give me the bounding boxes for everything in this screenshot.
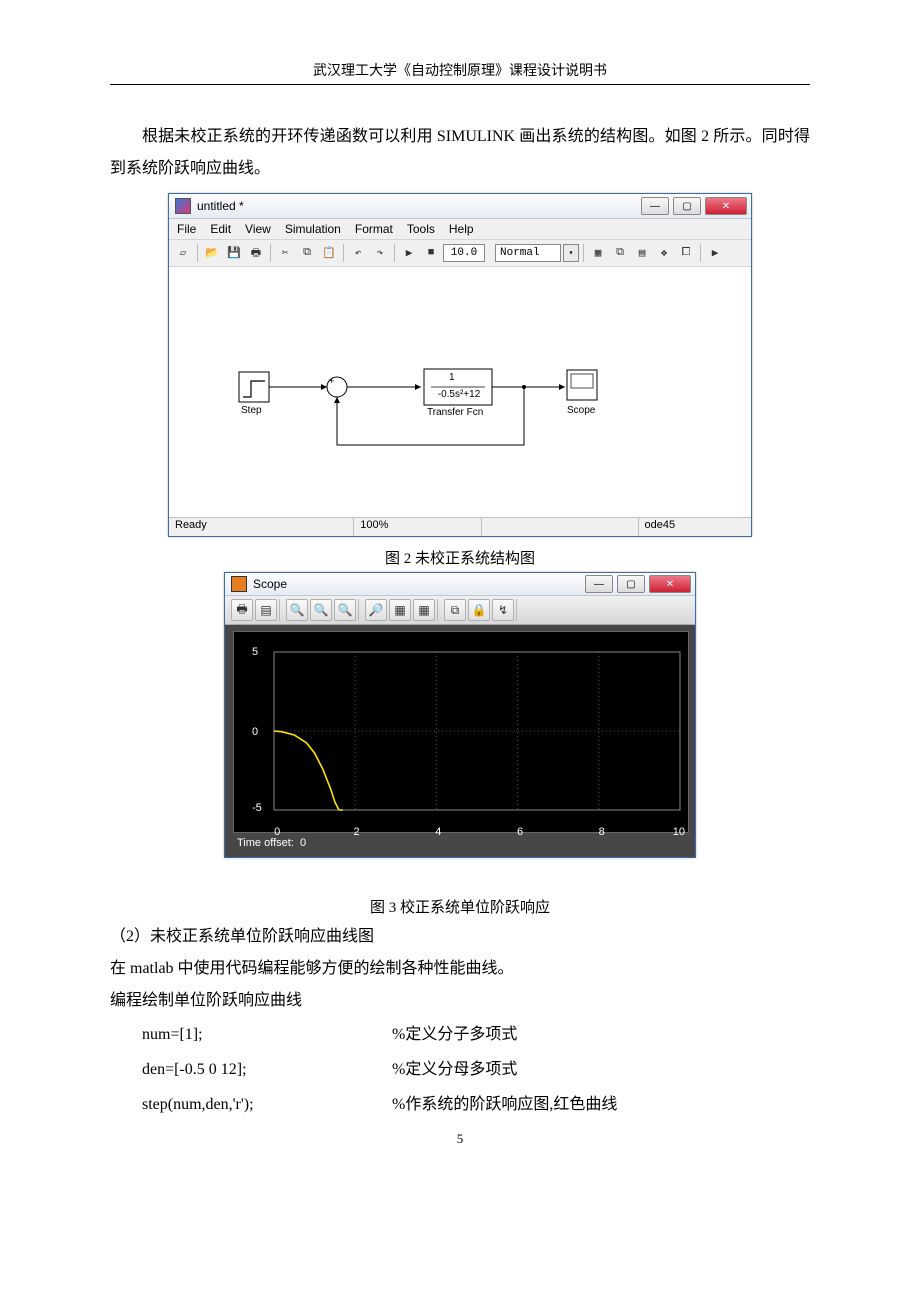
- x-tick-0: 0: [274, 826, 280, 838]
- status-zoom: 100%: [354, 518, 482, 536]
- page-number: 5: [110, 1131, 810, 1147]
- code-block: num=[1];%定义分子多项式 den=[-0.5 0 12];%定义分母多项…: [142, 1017, 810, 1123]
- scope-window: Scope — ▢ ✕ 🖶 ▤ 🔍 🔍 🔍 🔎 ▦ ▦: [224, 572, 696, 858]
- window-title: untitled *: [197, 199, 244, 213]
- zoom-y-icon[interactable]: 🔍: [334, 599, 356, 621]
- scope-plot-area: 5 0 -5 0 2 4 6 8 10 Time offset: 0: [225, 625, 695, 857]
- y-tick-5: 5: [252, 646, 258, 658]
- y-tick--5: -5: [252, 802, 262, 814]
- menu-tools[interactable]: Tools: [407, 222, 435, 236]
- matlab-desc: 在 matlab 中使用代码编程能够方便的绘制各种性能曲线。: [110, 953, 810, 985]
- restore-axes-icon[interactable]: ▦: [413, 599, 435, 621]
- prog-desc: 编程绘制单位阶跃响应曲线: [110, 985, 810, 1017]
- new-icon[interactable]: ▱: [173, 243, 193, 263]
- step-block-label: Step: [241, 405, 262, 416]
- x-tick-4: 4: [435, 826, 441, 838]
- titlebar: untitled * — ▢ ✕: [169, 194, 751, 219]
- chevron-down-icon[interactable]: ▾: [563, 244, 579, 262]
- paste-icon[interactable]: 📋: [319, 243, 339, 263]
- tf-block-label: Transfer Fcn: [427, 407, 483, 418]
- x-tick-8: 8: [599, 826, 605, 838]
- paragraph-1: 根据未校正系统的开环传递函数可以利用 SIMULINK 画出系统的结构图。如图 …: [110, 121, 810, 185]
- tf-denominator: -0.5s²+12: [430, 389, 488, 400]
- undo-icon[interactable]: ↶: [348, 243, 368, 263]
- figure-3-caption: 图 3 校正系统单位阶跃响应: [110, 896, 810, 917]
- scope-icon: [231, 576, 247, 592]
- code-comment-1: %定义分子多项式: [392, 1017, 517, 1052]
- section-2-heading: （2）未校正系统单位阶跃响应曲线图: [110, 921, 810, 953]
- tf-numerator: 1: [449, 372, 455, 383]
- simulink-window: untitled * — ▢ ✕ File Edit View Simulati…: [168, 193, 752, 537]
- svg-text:+: +: [329, 376, 334, 386]
- tb-icon-5[interactable]: ⧠: [676, 243, 696, 263]
- scope-plot: [234, 632, 688, 832]
- tb-icon-2[interactable]: ⧉: [610, 243, 630, 263]
- status-solver: ode45: [639, 518, 751, 536]
- tb-icon-6[interactable]: ▶: [705, 243, 725, 263]
- scope-canvas: 5 0 -5 0 2 4 6 8 10: [233, 631, 689, 833]
- tb-icon-1[interactable]: ▦: [588, 243, 608, 263]
- mode-dropdown[interactable]: Normal: [495, 244, 561, 262]
- copy-icon[interactable]: ⧉: [297, 243, 317, 263]
- code-line-2: den=[-0.5 0 12];: [142, 1052, 392, 1087]
- tb-icon-4[interactable]: ❖: [654, 243, 674, 263]
- save-axes-icon[interactable]: ▦: [389, 599, 411, 621]
- maximize-button[interactable]: ▢: [673, 197, 701, 215]
- zoom-in-icon[interactable]: 🔍: [286, 599, 308, 621]
- header-rule: [110, 84, 810, 85]
- save-icon[interactable]: 💾: [224, 243, 244, 263]
- cut-icon[interactable]: ✂: [275, 243, 295, 263]
- scope-minimize-button[interactable]: —: [585, 575, 613, 593]
- print-icon[interactable]: 🖶: [231, 599, 253, 621]
- scope-toolbar: 🖶 ▤ 🔍 🔍 🔍 🔎 ▦ ▦ ⧉ 🔒 ↯: [225, 596, 695, 625]
- float-icon[interactable]: ⧉: [444, 599, 466, 621]
- run-icon[interactable]: ▶: [399, 243, 419, 263]
- figure-2-caption: 图 2 未校正系统结构图: [110, 547, 810, 568]
- y-tick-0: 0: [252, 726, 258, 738]
- x-tick-10: 10: [673, 826, 685, 838]
- minimize-button[interactable]: —: [641, 197, 669, 215]
- stop-time-input[interactable]: 10.0: [443, 244, 485, 262]
- page-header: 武汉理工大学《自动控制原理》课程设计说明书: [110, 60, 810, 80]
- scope-maximize-button[interactable]: ▢: [617, 575, 645, 593]
- menu-edit[interactable]: Edit: [210, 222, 231, 236]
- menu-view[interactable]: View: [245, 222, 271, 236]
- zoom-x-icon[interactable]: 🔍: [310, 599, 332, 621]
- toolbar: ▱ 📂 💾 🖶 ✂ ⧉ 📋 ↶ ↷ ▶ ■ 10.0 Normal ▾ ▦ ⧉ …: [169, 240, 751, 267]
- scope-title: Scope: [253, 577, 287, 591]
- menu-help[interactable]: Help: [449, 222, 474, 236]
- menu-file[interactable]: File: [177, 222, 196, 236]
- status-spacer: [482, 518, 639, 536]
- scope-close-button[interactable]: ✕: [649, 575, 691, 593]
- open-icon[interactable]: 📂: [202, 243, 222, 263]
- simulink-canvas[interactable]: + − Step 1 -0.5s²+12 Transfer Fcn: [169, 267, 751, 517]
- status-ready: Ready: [169, 518, 354, 536]
- x-tick-2: 2: [354, 826, 360, 838]
- print-icon[interactable]: 🖶: [246, 243, 266, 263]
- code-comment-2: %定义分母多项式: [392, 1052, 517, 1087]
- menu-simulation[interactable]: Simulation: [285, 222, 341, 236]
- lock-icon[interactable]: 🔒: [468, 599, 490, 621]
- redo-icon[interactable]: ↷: [370, 243, 390, 263]
- x-tick-6: 6: [517, 826, 523, 838]
- stop-icon[interactable]: ■: [421, 243, 441, 263]
- signal-sel-icon[interactable]: ↯: [492, 599, 514, 621]
- scope-block-label: Scope: [567, 405, 595, 416]
- time-offset: Time offset: 0: [233, 833, 687, 851]
- params-icon[interactable]: ▤: [255, 599, 277, 621]
- code-line-1: num=[1];: [142, 1017, 392, 1052]
- simulink-icon: [175, 198, 191, 214]
- close-button[interactable]: ✕: [705, 197, 747, 215]
- autoscale-icon[interactable]: 🔎: [365, 599, 387, 621]
- code-comment-3: %作系统的阶跃响应图,红色曲线: [392, 1087, 617, 1122]
- tb-icon-3[interactable]: ▤: [632, 243, 652, 263]
- statusbar: Ready 100% ode45: [169, 517, 751, 536]
- menubar: File Edit View Simulation Format Tools H…: [169, 219, 751, 240]
- code-line-3: step(num,den,'r');: [142, 1087, 392, 1122]
- scope-titlebar: Scope — ▢ ✕: [225, 573, 695, 596]
- menu-format[interactable]: Format: [355, 222, 393, 236]
